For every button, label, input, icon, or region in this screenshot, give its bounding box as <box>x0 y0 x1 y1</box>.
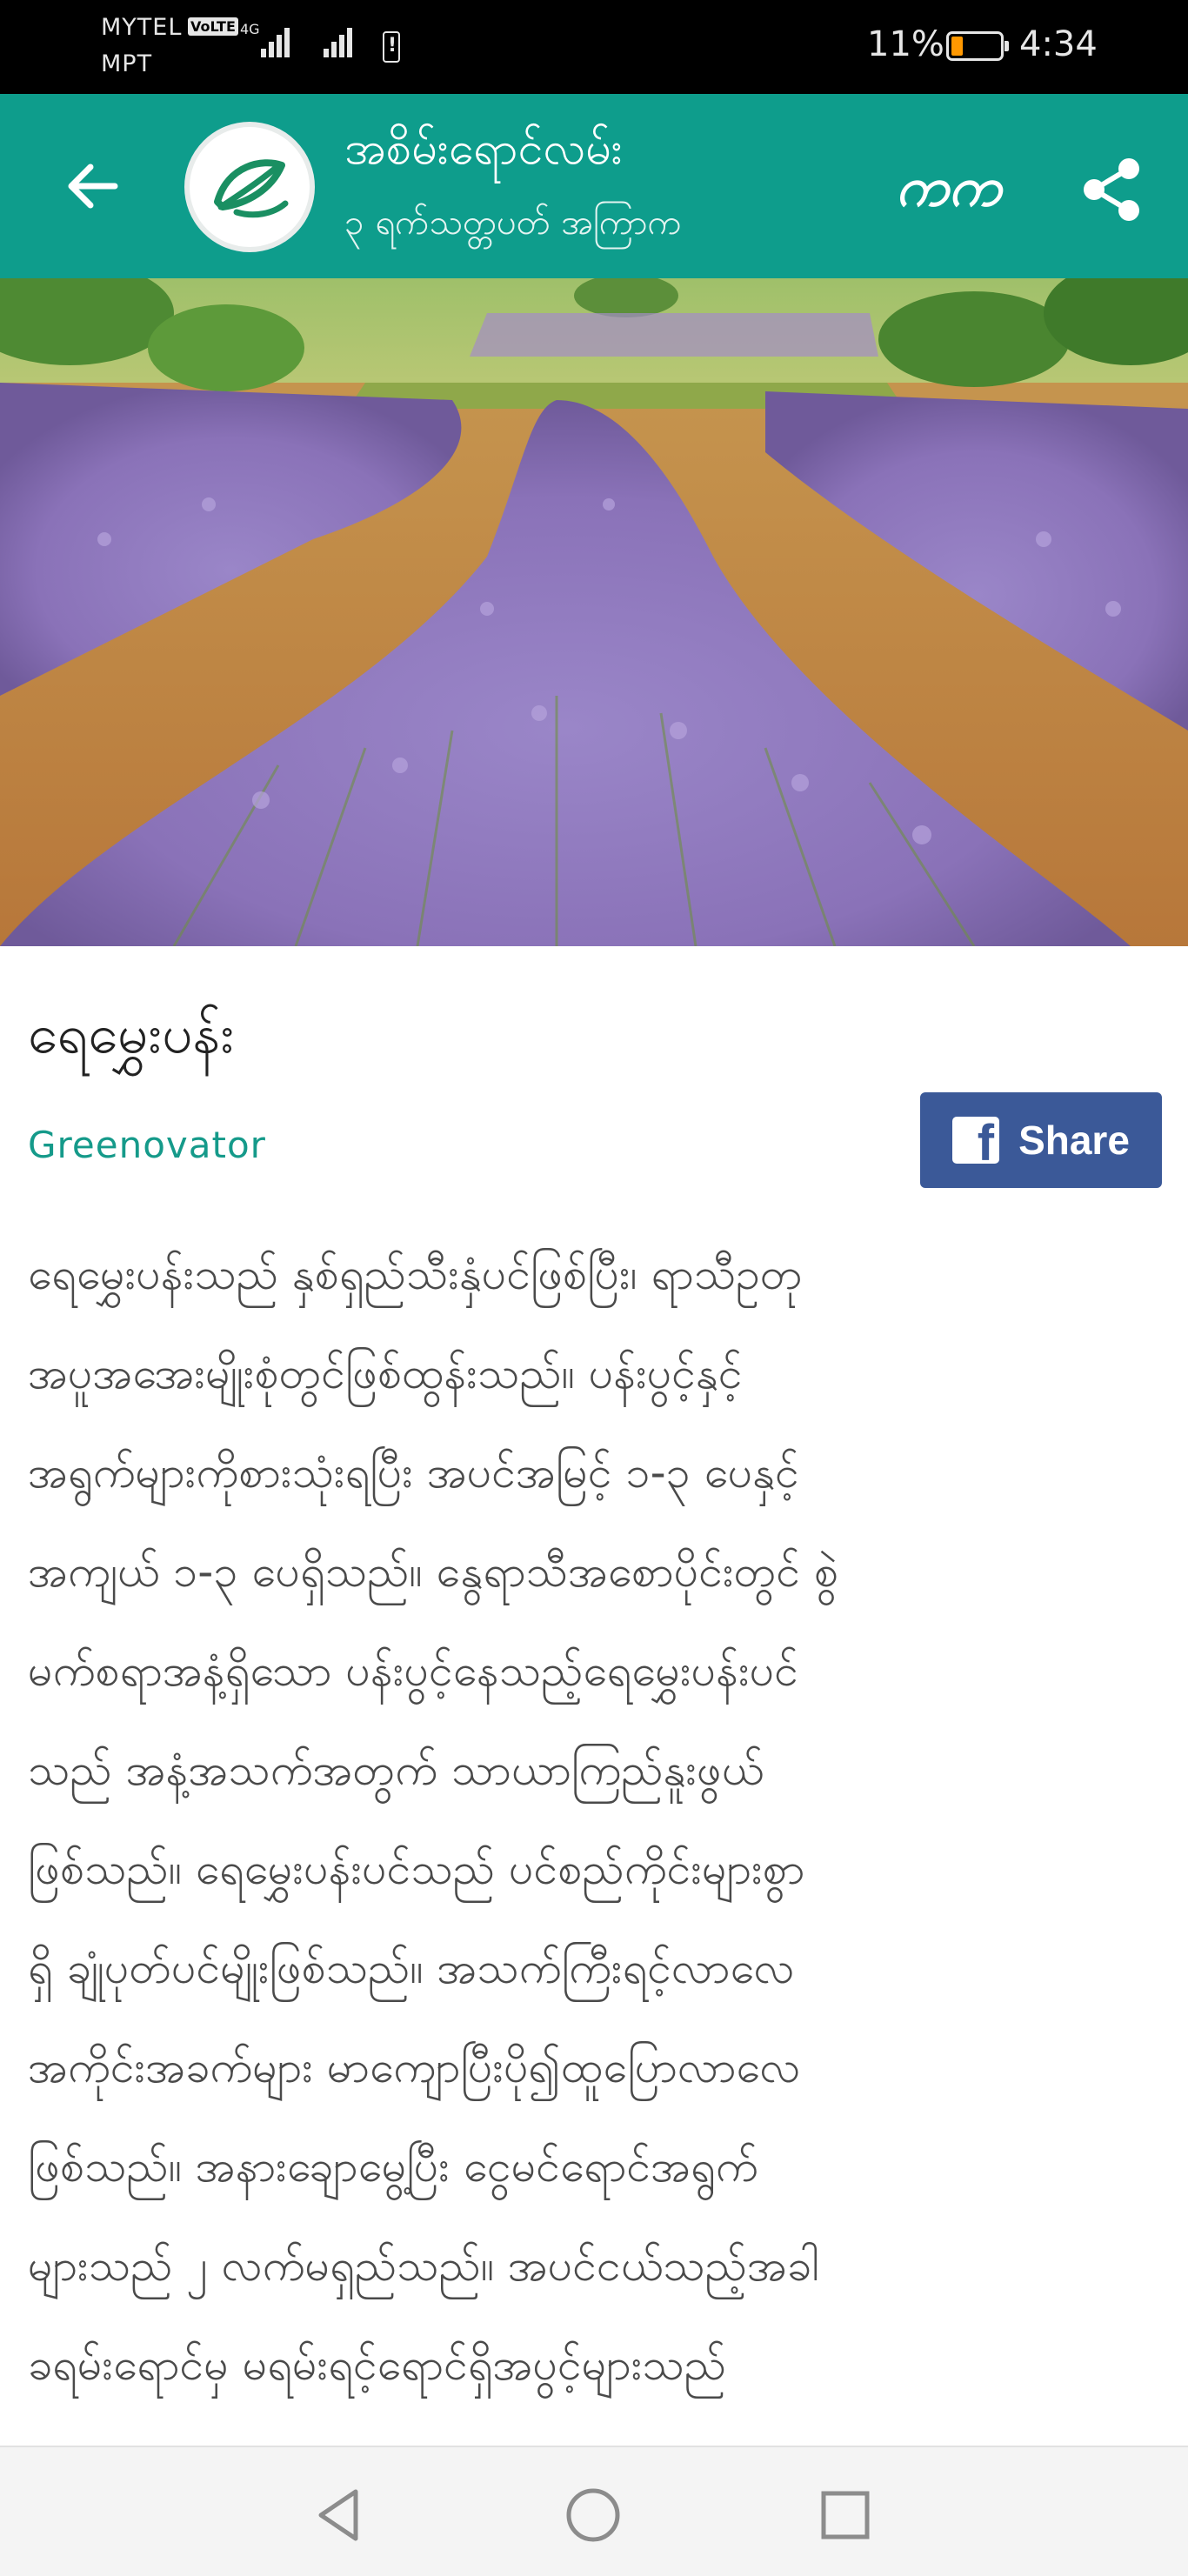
arrow-left-icon <box>68 164 118 209</box>
article-body-line: အရွက်များကိုစားသုံးရပြီး အပင်အမြင့် ၁-၃ … <box>28 1447 799 1498</box>
article-body-line: ရေမွှေးပန်းသည် နှစ်ရှည်သီးနှံပင်ဖြစ်ပြီး… <box>28 1249 803 1299</box>
signal-strength-secondary-icon <box>324 23 364 57</box>
article-hero-image <box>0 278 1188 946</box>
article-body-line: မက်စရာအနံ့ရှိသော ပန်းပွင့်နေသည့်ရေမွှေးပ… <box>28 1645 799 1696</box>
font-toggle-button[interactable]: ကက <box>896 153 1001 232</box>
article-body-line: များသည် ၂ လက်မရှည်သည်။ အပင်ငယ်သည့်အခါ <box>28 2240 819 2291</box>
article-body-line: ဖြစ်သည်။ ရေမွှေးပန်းပင်သည် ပင်စည်ကိုင်းမ… <box>28 1844 805 1894</box>
lavender-field-photo <box>0 278 1188 946</box>
app-bar: အစိမ်းရောင်လမ်း ၃ ရက်သတ္တပတ် အကြာက ကက <box>0 94 1188 278</box>
post-date: ၃ ရက်သတ္တပတ် အကြာက <box>344 203 682 243</box>
sim-alert-icon <box>383 31 400 63</box>
article-title: ရေမွှေးပန်း <box>28 1002 235 1065</box>
network-type: 4G <box>240 21 260 37</box>
triangle-back-icon <box>318 2489 358 2541</box>
article-body-line: ရှိ ချုံပုတ်ပင်မျိုးဖြစ်သည်။ အသက်ကြီးရင့… <box>28 1943 795 1993</box>
circle-home-icon <box>566 2488 620 2542</box>
status-time: 4:34 <box>1019 24 1098 64</box>
article-body-line: သည် အနံ့အသက်အတွက် သာယာကြည်နူးဖွယ် <box>28 1745 764 1795</box>
facebook-share-button[interactable]: f Share <box>920 1092 1162 1188</box>
square-recents-icon <box>821 2491 870 2539</box>
share-icon <box>1084 158 1139 221</box>
nav-home-button[interactable] <box>551 2473 635 2557</box>
app-title: အစိမ်းရောင်လမ်း <box>344 123 623 175</box>
facebook-icon: f <box>952 1117 1000 1169</box>
share-button[interactable] <box>1068 146 1155 233</box>
signal-strength-icon <box>261 23 301 57</box>
battery-percent: 11% <box>867 24 944 64</box>
volte-badge: VoLTE <box>188 17 238 36</box>
article-body: ရေမွှေးပန်းသည် နှစ်ရှည်သီးနှံပင်ဖြစ်ပြီး… <box>28 1225 1167 2414</box>
article-body-line: အပူအအေးမျိုးစုံတွင်ဖြစ်ထွန်းသည်။ ပန်းပွင… <box>28 1348 743 1398</box>
system-nav-bar <box>0 2446 1188 2576</box>
article-body-line: ဖြစ်သည်။ အနားချောမွေ့ပြီး ငွေမင်ရောင်အရွ… <box>28 2141 758 2192</box>
status-bar: MYTEL VoLTE 4G MPT 11% 4:34 <box>0 0 1188 94</box>
carrier-name-primary: MYTEL <box>101 14 183 41</box>
article-author[interactable]: Greenovator <box>28 1124 266 1166</box>
nav-recents-button[interactable] <box>804 2473 887 2557</box>
article-body-line: ခရမ်းရောင်မှ မရမ်းရင့်ရောင်ရှိအပွင့်များ… <box>28 2339 727 2390</box>
facebook-share-label: Share <box>1018 1118 1130 1163</box>
article-body-line: အကျယ် ၁-၃ ပေရှိသည်။ နွေရာသီအစောပိုင်းတွင… <box>28 1546 839 1597</box>
app-logo <box>184 122 315 252</box>
carrier-name-secondary: MPT <box>101 50 153 77</box>
battery-level-fill <box>951 37 963 56</box>
article-body-line: အကိုင်းအခက်များ မာကျောပြီးပို၍ထူပြောလာလေ <box>28 2042 801 2092</box>
leaf-logo-icon <box>214 159 289 218</box>
back-button[interactable] <box>52 146 132 226</box>
nav-back-button[interactable] <box>299 2473 383 2557</box>
battery-icon <box>946 31 1009 61</box>
